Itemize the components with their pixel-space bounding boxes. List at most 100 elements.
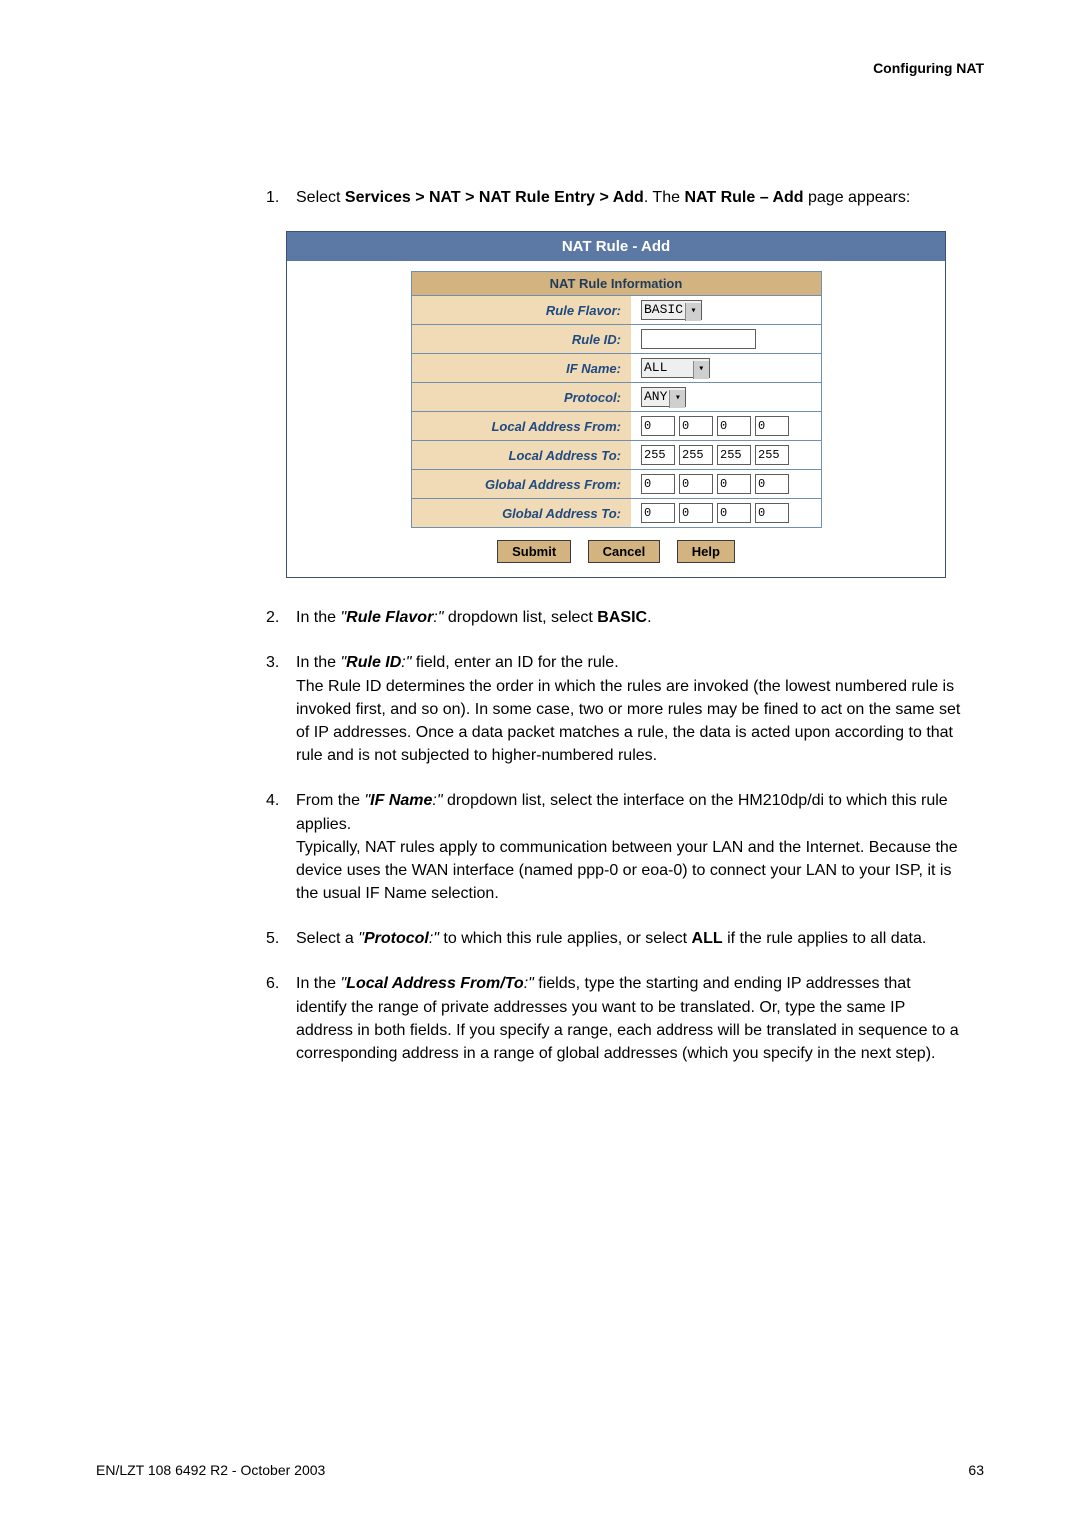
table-row: Local Address From: 0000 xyxy=(411,412,821,441)
step-1-nav: Services > NAT > NAT Rule Entry > Add xyxy=(345,189,644,206)
table-row: IF Name: ALL ▾ xyxy=(411,354,821,383)
step-4-desc: Typically, NAT rules apply to communicat… xyxy=(296,839,958,902)
text: Select a xyxy=(296,930,358,947)
text: In the xyxy=(296,975,340,992)
section-header-cell: NAT Rule Information xyxy=(411,272,821,296)
text: if the rule applies to all data. xyxy=(723,930,927,947)
step-3-body: In the "Rule ID:" field, enter an ID for… xyxy=(296,651,964,767)
nat-rule-form: NAT Rule - Add NAT Rule Information Rule… xyxy=(286,231,946,578)
basic-term: BASIC xyxy=(597,609,647,626)
form-title: NAT Rule - Add xyxy=(287,232,945,261)
text: field, enter an ID for the rule. xyxy=(411,654,618,671)
ip-octet-input[interactable]: 255 xyxy=(717,445,751,465)
step-1-body: Select Services > NAT > NAT Rule Entry >… xyxy=(296,186,964,209)
form-table: NAT Rule Information Rule Flavor: BASIC▾… xyxy=(411,271,822,528)
step-1: 1. Select Services > NAT > NAT Rule Entr… xyxy=(266,186,964,209)
step-1-text-mid: . The xyxy=(644,189,685,206)
table-row: Global Address To: 0000 xyxy=(411,499,821,528)
table-row: Rule ID: xyxy=(411,325,821,354)
ip-octet-input[interactable]: 0 xyxy=(755,474,789,494)
ip-octet-input[interactable]: 0 xyxy=(641,474,675,494)
text: :" xyxy=(432,792,442,809)
text: In the xyxy=(296,609,340,626)
all-term: ALL xyxy=(692,930,723,947)
step-1-nav2: NAT Rule – Add xyxy=(684,189,803,206)
text: :" xyxy=(433,609,443,626)
text: dropdown list, select xyxy=(443,609,597,626)
ip-octet-input[interactable]: 0 xyxy=(755,503,789,523)
global-addr-to-label: Global Address To: xyxy=(411,499,631,528)
rule-id-cell xyxy=(631,325,821,354)
help-button[interactable]: Help xyxy=(677,540,735,563)
rule-id-input[interactable] xyxy=(641,329,756,349)
step-4: 4. From the "IF Name:" dropdown list, se… xyxy=(266,789,964,905)
table-row: Rule Flavor: BASIC▾ xyxy=(411,296,821,325)
footer-page-number: 63 xyxy=(968,1462,984,1478)
text: :" xyxy=(524,975,534,992)
ip-octet-input[interactable]: 0 xyxy=(679,416,713,436)
step-2: 2. In the "Rule Flavor:" dropdown list, … xyxy=(266,606,964,629)
step-1-text-post: page appears: xyxy=(804,189,911,206)
text: :" xyxy=(429,930,439,947)
ip-octet-input[interactable]: 255 xyxy=(679,445,713,465)
step-4-body: From the "IF Name:" dropdown list, selec… xyxy=(296,789,964,905)
rule-id-term: Rule ID xyxy=(346,654,401,671)
local-addr-to-label: Local Address To: xyxy=(411,441,631,470)
rule-flavor-cell: BASIC▾ xyxy=(631,296,821,325)
rule-flavor-label: Rule Flavor: xyxy=(411,296,631,325)
ip-octet-input[interactable]: 0 xyxy=(679,474,713,494)
global-addr-to-cell: 0000 xyxy=(631,499,821,528)
text: :" xyxy=(401,654,411,671)
step-6-body: In the "Local Address From/To:" fields, … xyxy=(296,972,964,1065)
table-section-header: NAT Rule Information xyxy=(411,272,821,296)
ip-octet-input[interactable]: 0 xyxy=(717,416,751,436)
ip-octet-input[interactable]: 0 xyxy=(717,474,751,494)
table-row: Local Address To: 255255255255 xyxy=(411,441,821,470)
ip-octet-input[interactable]: 255 xyxy=(755,445,789,465)
rule-flavor-value: BASIC xyxy=(644,302,683,317)
if-name-value: ALL xyxy=(644,360,667,375)
step-5-number: 5. xyxy=(266,927,296,950)
step-1-text-pre: Select xyxy=(296,189,345,206)
content-area: 1. Select Services > NAT > NAT Rule Entr… xyxy=(266,186,964,1065)
protocol-label: Protocol: xyxy=(411,383,631,412)
step-6: 6. In the "Local Address From/To:" field… xyxy=(266,972,964,1065)
text: to which this rule applies, or select xyxy=(439,930,692,947)
local-addr-to-cell: 255255255255 xyxy=(631,441,821,470)
step-3-desc: The Rule ID determines the order in whic… xyxy=(296,678,960,765)
step-6-number: 6. xyxy=(266,972,296,1065)
chevron-down-icon: ▾ xyxy=(685,303,701,321)
page-header: Configuring NAT xyxy=(96,60,984,76)
step-5-body: Select a "Protocol:" to which this rule … xyxy=(296,927,964,950)
if-name-select[interactable]: ALL ▾ xyxy=(641,358,710,378)
local-addr-from-cell: 0000 xyxy=(631,412,821,441)
local-addr-from-label: Local Address From: xyxy=(411,412,631,441)
rule-flavor-term: Rule Flavor xyxy=(346,609,433,626)
table-row: Global Address From: 0000 xyxy=(411,470,821,499)
step-1-number: 1. xyxy=(266,186,296,209)
text: In the xyxy=(296,654,340,671)
cancel-button[interactable]: Cancel xyxy=(588,540,661,563)
rule-flavor-select[interactable]: BASIC▾ xyxy=(641,300,702,320)
ip-octet-input[interactable]: 0 xyxy=(717,503,751,523)
text: . xyxy=(647,609,651,626)
form-body: NAT Rule Information Rule Flavor: BASIC▾… xyxy=(287,261,945,577)
step-2-number: 2. xyxy=(266,606,296,629)
step-4-number: 4. xyxy=(266,789,296,905)
protocol-select[interactable]: ANY▾ xyxy=(641,387,686,407)
ip-octet-input[interactable]: 255 xyxy=(641,445,675,465)
table-row: Protocol: ANY▾ xyxy=(411,383,821,412)
ip-octet-input[interactable]: 0 xyxy=(679,503,713,523)
footer-left: EN/LZT 108 6492 R2 - October 2003 xyxy=(96,1462,325,1478)
step-5: 5. Select a "Protocol:" to which this ru… xyxy=(266,927,964,950)
submit-button[interactable]: Submit xyxy=(497,540,571,563)
protocol-term: Protocol xyxy=(364,930,429,947)
step-3: 3. In the "Rule ID:" field, enter an ID … xyxy=(266,651,964,767)
page-footer: EN/LZT 108 6492 R2 - October 2003 63 xyxy=(96,1462,984,1478)
ip-octet-input[interactable]: 0 xyxy=(641,416,675,436)
ip-octet-input[interactable]: 0 xyxy=(755,416,789,436)
rule-id-label: Rule ID: xyxy=(411,325,631,354)
local-addr-term: Local Address From/To xyxy=(346,975,524,992)
ip-octet-input[interactable]: 0 xyxy=(641,503,675,523)
chevron-down-icon: ▾ xyxy=(669,390,685,408)
